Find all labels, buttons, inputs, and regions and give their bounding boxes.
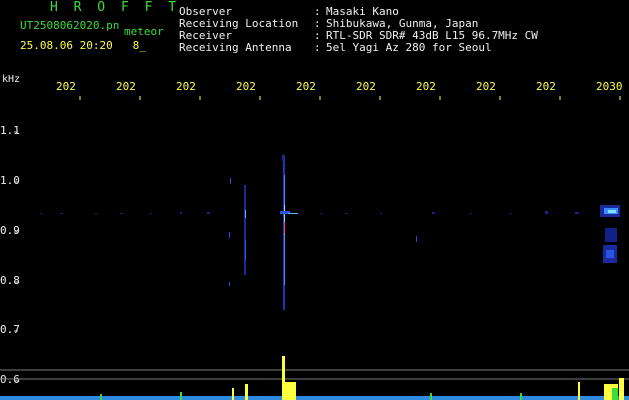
spectrogram-plot bbox=[0, 96, 629, 400]
spectrogram-screen: H R O F F T UT2508062020.pn meteor 25.08… bbox=[0, 0, 629, 400]
